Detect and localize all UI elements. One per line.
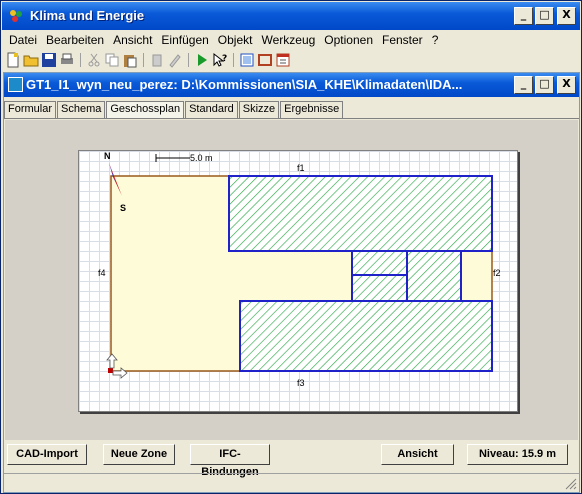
tab-formular[interactable]: Formular <box>4 101 57 118</box>
save-icon[interactable] <box>41 52 57 68</box>
document-close-button[interactable]: X <box>557 76 576 94</box>
help-pointer-icon[interactable]: ? <box>212 52 228 68</box>
document-window: GT1_I1_wyn_neu_perez: D:\Kommissionen\SI… <box>3 72 580 493</box>
menu-einfuegen[interactable]: Einfügen <box>158 33 214 47</box>
cut-icon[interactable] <box>86 52 102 68</box>
run-icon[interactable] <box>194 52 210 68</box>
document-maximize-button[interactable]: □ <box>535 76 554 94</box>
toolbar-separator <box>233 53 234 67</box>
tab-ergebnisse[interactable]: Ergebnisse <box>280 101 344 118</box>
south-label: S <box>120 203 126 213</box>
close-button[interactable]: X <box>557 7 576 25</box>
zone-north[interactable] <box>228 175 493 252</box>
document-title: GT1_I1_wyn_neu_perez: D:\Kommissionen\SI… <box>26 77 463 92</box>
ifc-bindings-button[interactable]: IFC-Bindungen <box>190 444 270 478</box>
menu-ansicht[interactable]: Ansicht <box>110 33 158 47</box>
status-bar <box>4 473 579 492</box>
origin-marker <box>108 368 113 373</box>
menu-werkzeug[interactable]: Werkzeug <box>258 33 321 47</box>
print-icon[interactable] <box>59 52 75 68</box>
document-icon <box>8 77 23 92</box>
resize-grip-icon[interactable] <box>565 478 577 490</box>
bottom-button-bar: CAD-Import Neue Zone IFC-Bindungen Ansic… <box>4 441 579 478</box>
minimize-button[interactable]: _ <box>514 7 533 25</box>
new-zone-button[interactable]: Neue Zone <box>103 444 175 465</box>
tab-skizze[interactable]: Skizze <box>238 101 280 118</box>
floorplan-icon[interactable] <box>239 52 255 68</box>
menu-objekt[interactable]: Objekt <box>215 33 259 47</box>
zone-center-right[interactable] <box>406 250 462 302</box>
floorplan-drawing[interactable]: 5.0 m N S f1 f2 f3 f4 <box>79 151 519 413</box>
edit-icon[interactable] <box>167 52 183 68</box>
toolbar-separator <box>80 53 81 67</box>
toolbar-separator <box>143 53 144 67</box>
facade-f3-label: f3 <box>297 378 305 388</box>
toolbar: ? <box>2 50 580 70</box>
menu-bearbeiten[interactable]: Bearbeiten <box>43 33 110 47</box>
cad-import-button[interactable]: CAD-Import <box>7 444 87 465</box>
main-window: Klima und Energie _ □ X Datei Bearbeiten… <box>0 0 582 494</box>
tab-geschossplan[interactable]: Geschossplan <box>106 101 185 119</box>
view-tabs: Formular Schema Geschossplan Standard Sk… <box>4 101 344 119</box>
menu-datei[interactable]: Datei <box>6 33 43 47</box>
zone-icon[interactable] <box>257 52 273 68</box>
delete-icon[interactable] <box>149 52 165 68</box>
floorplan-sheet[interactable]: 5.0 m N S f1 f2 f3 f4 <box>78 150 518 412</box>
view-button[interactable]: Ansicht <box>381 444 454 465</box>
calendar-icon[interactable] <box>275 52 291 68</box>
zone-south[interactable] <box>239 300 493 372</box>
facade-f2-label: f2 <box>493 268 501 278</box>
menu-fenster[interactable]: Fenster <box>379 33 429 47</box>
app-title: Klima und Energie <box>30 8 145 23</box>
menu-help[interactable]: ? <box>429 33 445 47</box>
north-label: N <box>104 151 111 161</box>
open-folder-icon[interactable] <box>23 52 39 68</box>
svg-text:?: ? <box>222 54 227 64</box>
paste-icon[interactable] <box>122 52 138 68</box>
copy-icon[interactable] <box>104 52 120 68</box>
facade-f1-label: f1 <box>297 163 305 173</box>
new-file-icon[interactable] <box>5 52 21 68</box>
document-title-bar[interactable]: GT1_I1_wyn_neu_perez: D:\Kommissionen\SI… <box>4 73 579 97</box>
app-icon <box>10 10 22 22</box>
document-minimize-button[interactable]: _ <box>514 76 533 94</box>
floorplan-canvas[interactable]: 5.0 m N S f1 f2 f3 f4 <box>5 120 578 440</box>
scale-label: 5.0 m <box>190 153 213 163</box>
tab-schema[interactable]: Schema <box>57 101 106 118</box>
menu-bar: Datei Bearbeiten Ansicht Einfügen Objekt… <box>2 30 580 50</box>
tab-standard[interactable]: Standard <box>185 101 238 118</box>
menu-optionen[interactable]: Optionen <box>321 33 379 47</box>
toolbar-separator <box>188 53 189 67</box>
tab-divider <box>4 118 579 119</box>
title-bar[interactable]: Klima und Energie _ □ X <box>2 2 580 30</box>
level-button[interactable]: Niveau: 15.9 m <box>467 444 568 465</box>
maximize-button[interactable]: □ <box>535 7 554 25</box>
facade-f4-label: f4 <box>98 268 106 278</box>
